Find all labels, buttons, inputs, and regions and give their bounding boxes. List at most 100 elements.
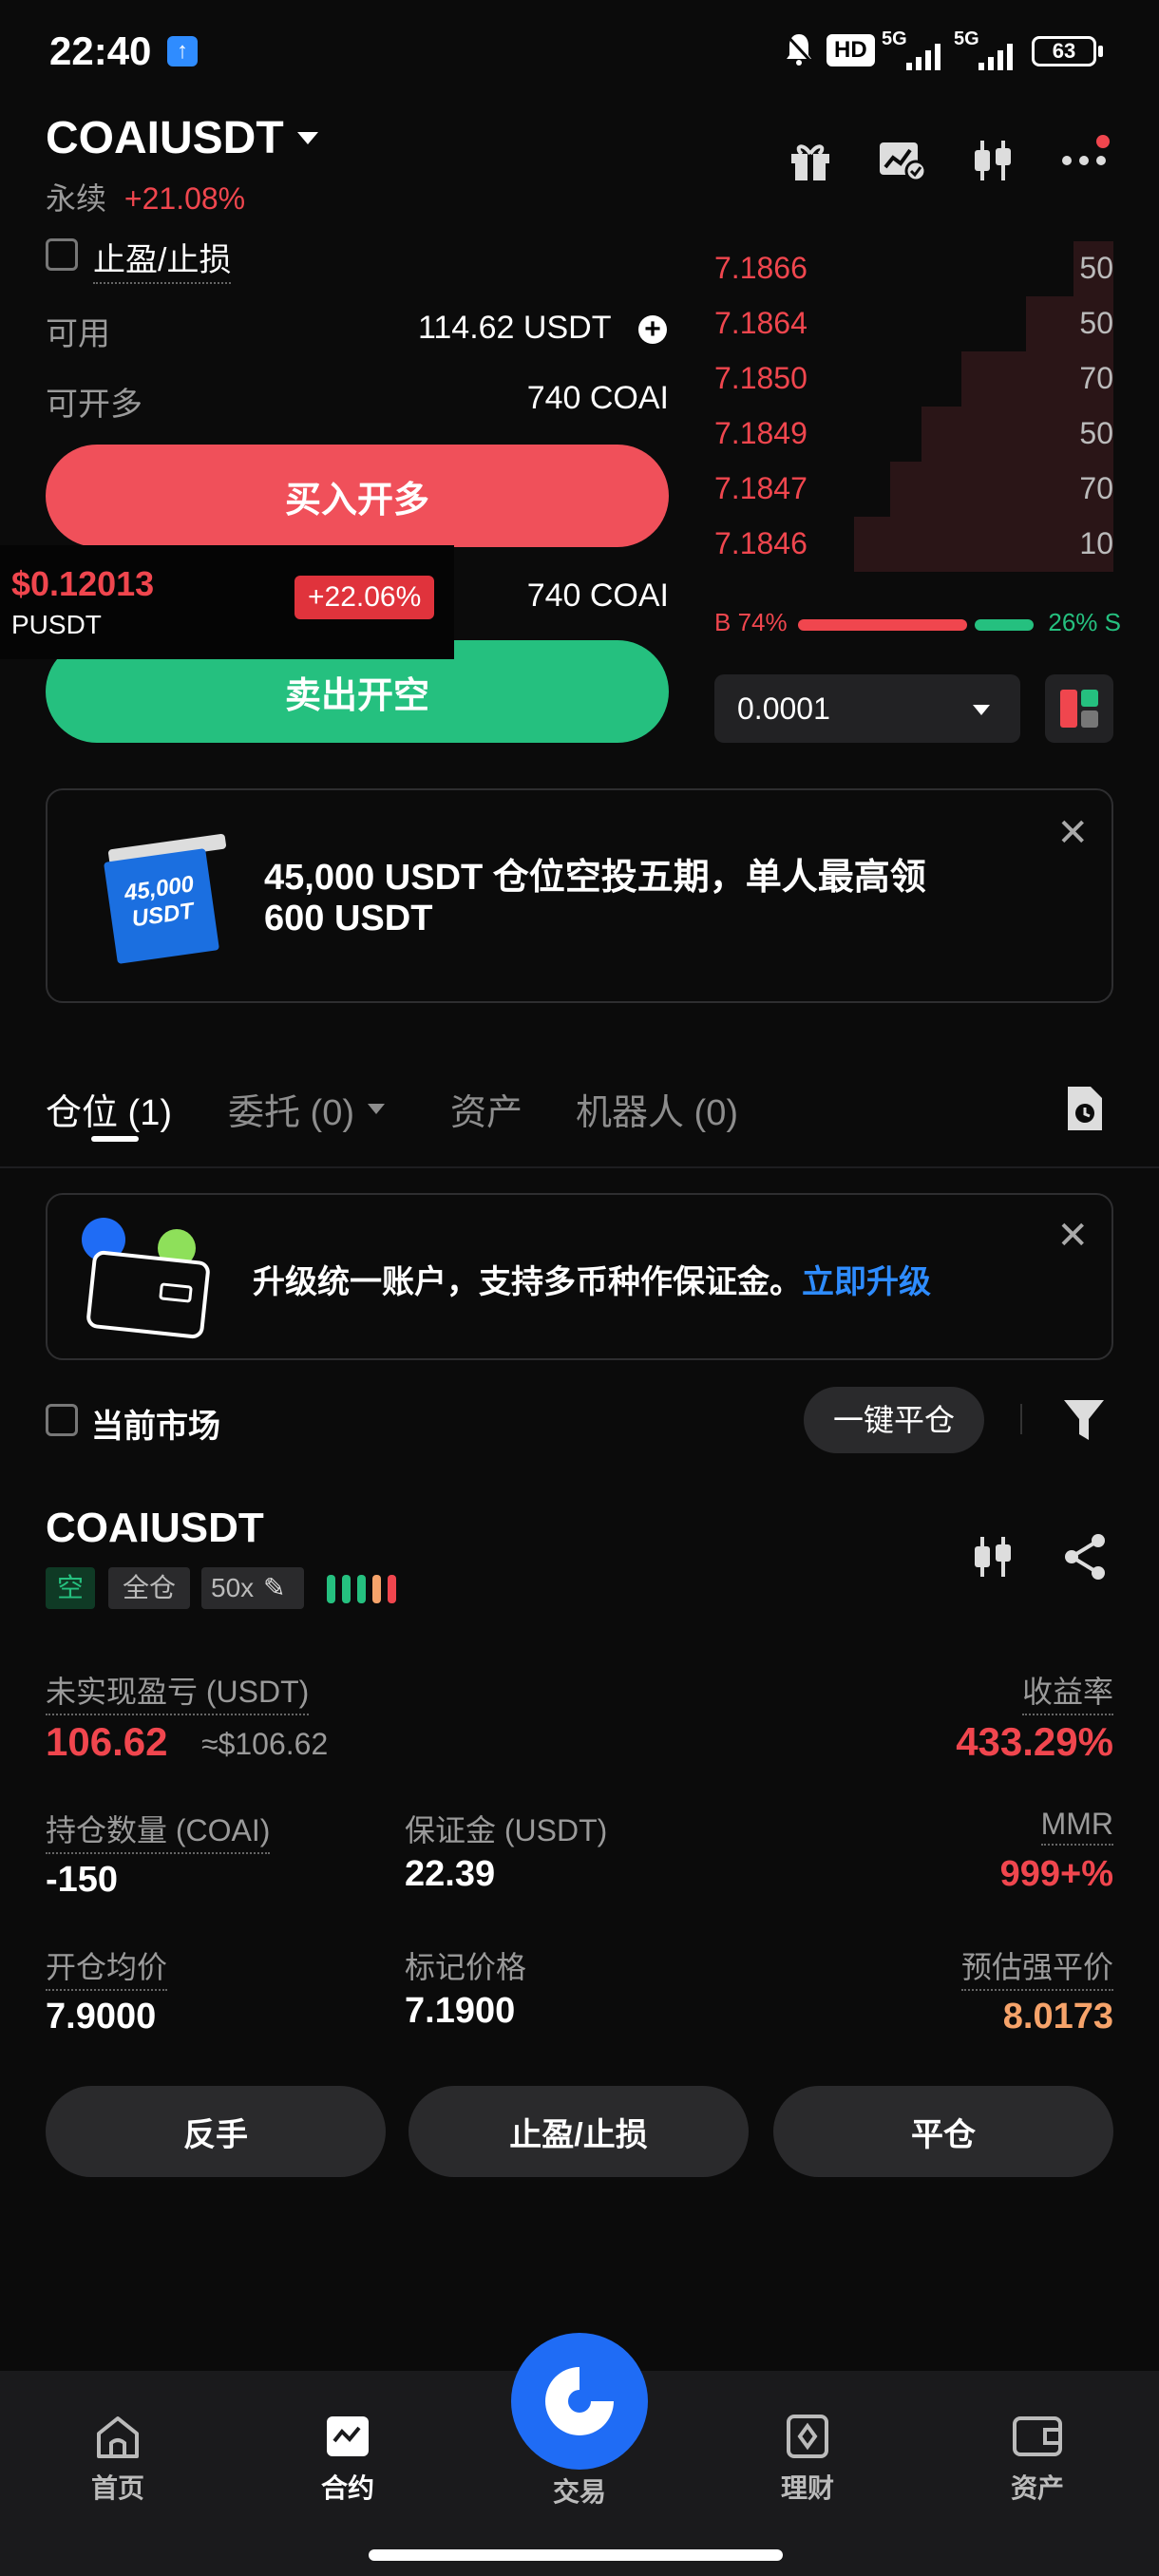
ask-qty: 70 (1079, 361, 1113, 395)
tab-orders[interactable]: 委托 (0) (228, 1083, 386, 1135)
open-long-label: 可开多 (46, 387, 142, 423)
liq-price-value: 8.0173 (1002, 1997, 1113, 2036)
position-symbol[interactable]: COAIUSDT (46, 1505, 264, 1552)
margin-value: 22.39 (405, 1854, 496, 1894)
tpsl-checkbox[interactable] (46, 238, 78, 271)
position-side-badge: 空 (46, 1567, 95, 1609)
nav-home[interactable]: 首页 (61, 2413, 175, 2506)
ratio-bar (798, 619, 1034, 631)
share-icon[interactable] (1062, 1533, 1108, 1581)
mmr-value: 999+% (999, 1854, 1113, 1894)
gift-icon[interactable] (788, 139, 832, 182)
tpsl-button[interactable]: 止盈/止损 (408, 2086, 749, 2177)
upgrade-banner[interactable]: 升级统一账户，支持多币种作保证金。立即升级 ✕ (46, 1193, 1113, 1360)
orderbook-ask-row[interactable]: 7.1849 50 (714, 407, 1113, 462)
ask-price: 7.1849 (714, 416, 808, 450)
chevron-down-icon (368, 1104, 386, 1114)
available-value: 114.62 USDT (418, 310, 612, 346)
tab-positions[interactable]: 仓位 (1) (46, 1083, 172, 1142)
more-icon[interactable] (1060, 133, 1113, 180)
floating-ticker-price: $0.12013 (11, 564, 155, 603)
close-position-button[interactable]: 平仓 (773, 2086, 1113, 2177)
mmr-label[interactable]: MMR (1040, 1807, 1113, 1846)
floating-ticker-symbol: PUSDT (11, 610, 102, 639)
signal-5g-1: 5G (882, 28, 948, 70)
nav-earn[interactable]: 理财 (750, 2413, 864, 2506)
status-bar: 22:40 ↑ HD 5G 5G 63 (0, 0, 1159, 104)
buy-long-button[interactable]: 买入开多 (46, 445, 669, 547)
roe-value: 433.29% (956, 1719, 1113, 1764)
trade-logo-icon (511, 2333, 648, 2470)
ask-price: 7.1866 (714, 251, 808, 285)
add-funds-icon[interactable]: + (638, 315, 667, 344)
hd-badge: HD (826, 34, 875, 66)
entry-price-value: 7.9000 (46, 1997, 157, 2036)
nav-trade[interactable]: 交易 (511, 2333, 648, 2510)
current-market-checkbox[interactable] (46, 1404, 78, 1436)
signal-5g-2: 5G (954, 28, 1020, 70)
orderbook-ask-row[interactable]: 7.1847 70 (714, 462, 1113, 517)
ratio-bar-buy (798, 619, 967, 631)
orderbook-ask-row[interactable]: 7.1850 70 (714, 351, 1113, 407)
nav-trade-label: 交易 (552, 2477, 606, 2507)
ask-qty: 10 (1079, 526, 1113, 560)
nav-futures[interactable]: 合约 (291, 2413, 405, 2506)
nav-assets[interactable]: 资产 (980, 2413, 1094, 2506)
leverage-badge[interactable]: 50x ✎ (201, 1567, 304, 1609)
liq-price-label[interactable]: 预估强平价 (960, 1943, 1113, 1991)
upgrade-link[interactable]: 立即升级 (802, 1264, 931, 1300)
risk-level-bars (327, 1575, 408, 1603)
tab-active-indicator (91, 1136, 139, 1142)
precision-value: 0.0001 (737, 691, 830, 726)
history-icon[interactable] (1064, 1085, 1104, 1132)
upload-icon: ↑ (167, 36, 198, 66)
roe-label[interactable]: 收益率 (1021, 1668, 1113, 1715)
tab-bots[interactable]: 机器人 (0) (576, 1083, 738, 1135)
ask-qty: 70 (1079, 471, 1113, 505)
nav-futures-label: 合约 (320, 2473, 374, 2503)
orderbook-ask-row[interactable]: 7.1866 50 (714, 241, 1113, 296)
upnl-label[interactable]: 未实现盈亏 (USDT) (46, 1668, 310, 1715)
ask-price: 7.1847 (714, 471, 808, 505)
candlestick-icon[interactable] (971, 1533, 1015, 1581)
ask-price: 7.1846 (714, 526, 808, 560)
ratio-sell-label: 26% S (1048, 608, 1121, 636)
chart-settings-icon[interactable] (878, 139, 927, 182)
filter-divider (1020, 1404, 1022, 1434)
filter-icon[interactable] (1062, 1398, 1106, 1442)
home-indicator[interactable] (369, 2549, 783, 2561)
floating-ticker-change: +22.06% (294, 576, 435, 619)
tpsl-label[interactable]: 止盈/止损 (93, 234, 232, 284)
reverse-button[interactable]: 反手 (46, 2086, 386, 2177)
nav-home-label: 首页 (90, 2473, 144, 2503)
entry-price-label[interactable]: 开仓均价 (46, 1943, 168, 1991)
edit-icon: ✎ (262, 1573, 286, 1602)
status-time: 22:40 (49, 28, 152, 73)
close-icon[interactable]: ✕ (1056, 811, 1089, 855)
promo-ticket-icon: 45,000 USDT (101, 833, 227, 964)
bell-icon (785, 32, 813, 66)
tab-assets[interactable]: 资产 (450, 1083, 522, 1135)
close-all-button[interactable]: 一键平仓 (804, 1387, 984, 1453)
symbol-title[interactable]: COAIUSDT (46, 112, 318, 164)
position-mode-badge: 全仓 (108, 1567, 190, 1609)
battery-icon: 63 (1032, 36, 1096, 66)
orderbook-ask-row[interactable]: 7.1846 10 (714, 517, 1113, 572)
floating-ticker[interactable]: $0.12013 PUSDT +22.06% (0, 545, 454, 659)
orderbook-ask-row[interactable]: 7.1864 50 (714, 296, 1113, 351)
close-icon[interactable]: ✕ (1056, 1214, 1089, 1258)
promo-banner[interactable]: 45,000 USDT 45,000 USDT 仓位空投五期，单人最高领 600… (46, 788, 1113, 1003)
precision-select[interactable]: 0.0001 (714, 674, 1020, 743)
ask-qty: 50 (1079, 251, 1113, 285)
mark-price-value: 7.1900 (405, 1991, 516, 2031)
candlestick-icon[interactable] (971, 137, 1015, 184)
ask-price: 7.1850 (714, 361, 808, 395)
available-label: 可用 (46, 316, 110, 352)
ask-price: 7.1864 (714, 306, 808, 340)
open-short-value: 740 COAI (526, 578, 669, 614)
current-market-label[interactable]: 当前市场 (91, 1400, 220, 1447)
qty-label[interactable]: 持仓数量 (COAI) (46, 1807, 271, 1854)
qty-value: -150 (46, 1860, 119, 1900)
layout-toggle-icon[interactable] (1045, 674, 1113, 743)
upnl-usd: ≈$106.62 (201, 1727, 329, 1761)
